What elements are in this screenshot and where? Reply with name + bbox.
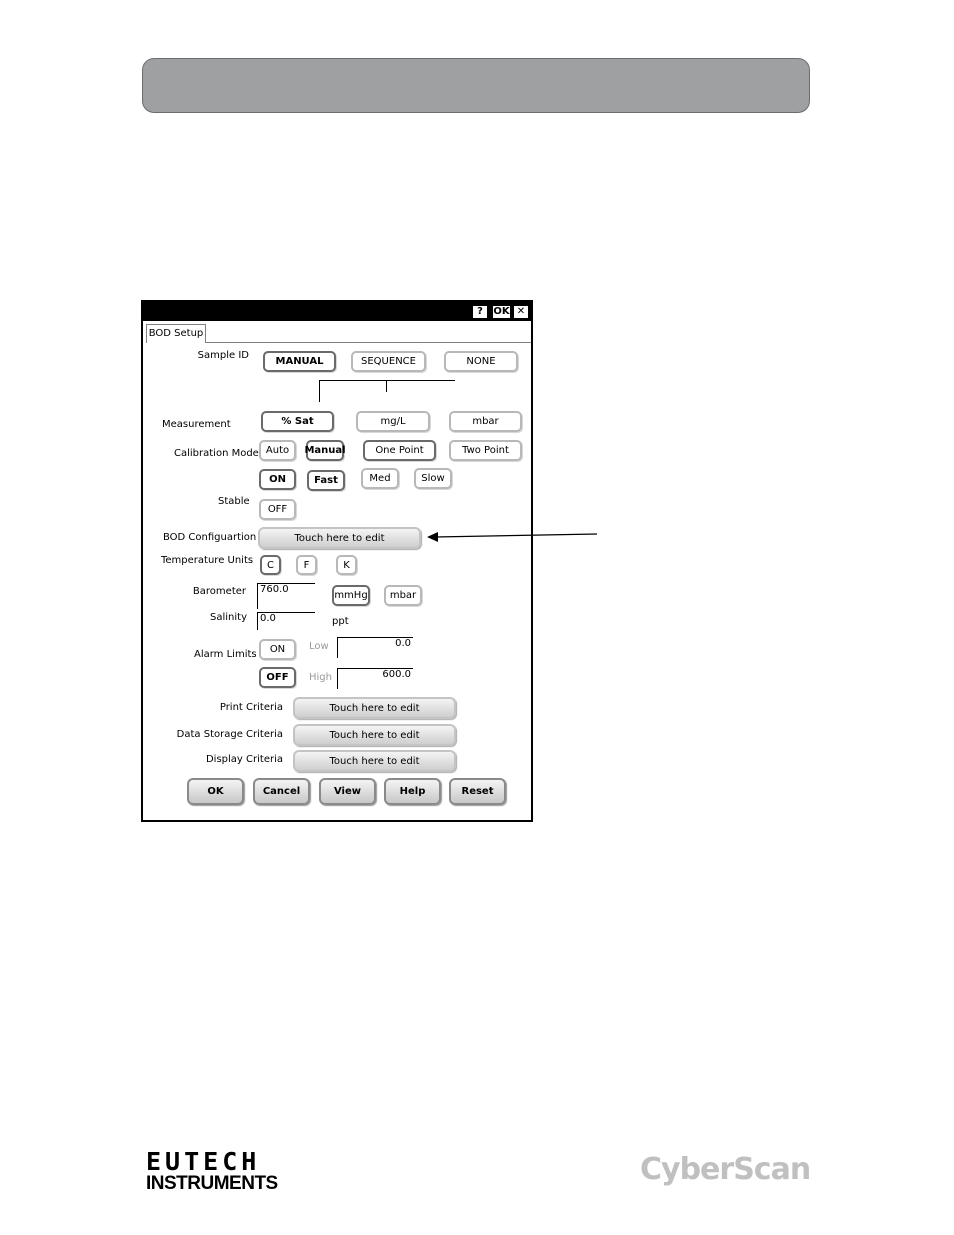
temp-unit-k-button[interactable]: K xyxy=(336,555,357,575)
view-button[interactable]: View xyxy=(319,778,376,805)
print-criteria-label: Print Criteria xyxy=(219,702,283,713)
sample-id-label: Sample ID xyxy=(197,350,249,361)
stable-slow-button[interactable]: Slow xyxy=(414,468,452,489)
sample-id-sequence-button[interactable]: SEQUENCE xyxy=(351,351,426,372)
stable-label: Stable xyxy=(218,496,250,507)
alarm-high-label: High xyxy=(309,672,332,683)
bod-config-label: BOD Configuartion xyxy=(163,532,257,543)
eutech-logo: EUTECH INSTRUMENTS xyxy=(146,1147,278,1194)
stable-fast-button[interactable]: Fast xyxy=(307,470,345,491)
temp-unit-f-button[interactable]: F xyxy=(296,555,317,575)
calibration-mode-label: Calibration Mode xyxy=(174,448,259,459)
calibration-auto-button[interactable]: Auto xyxy=(259,440,296,461)
calibration-two-point-button[interactable]: Two Point xyxy=(449,440,522,461)
display-criteria-label: Display Criteria xyxy=(205,754,283,765)
callout-arrow xyxy=(427,532,598,542)
tab-bod-setup[interactable]: BOD Setup xyxy=(146,324,206,343)
calibration-manual-button[interactable]: Manual xyxy=(304,440,346,461)
calibration-one-point-button[interactable]: One Point xyxy=(363,440,436,461)
cyberscan-logo: CyberScan xyxy=(640,1152,811,1187)
sample-id-none-button[interactable]: NONE xyxy=(444,351,518,372)
connector-line xyxy=(319,380,455,381)
display-criteria-edit-button[interactable]: Touch here to edit xyxy=(293,750,456,772)
connector-left xyxy=(319,380,320,402)
stable-off-button[interactable]: OFF xyxy=(259,499,296,520)
data-storage-criteria-edit-button[interactable]: Touch here to edit xyxy=(293,724,456,746)
bod-setup-window: ? OK ✕ BOD Setup Sample ID MANUAL SEQUEN… xyxy=(141,300,533,822)
measurement-sat-button[interactable]: % Sat xyxy=(261,411,334,432)
help-icon[interactable]: ? xyxy=(472,305,488,319)
measurement-mbar-button[interactable]: mbar xyxy=(449,411,522,432)
help-button[interactable]: Help xyxy=(384,778,441,805)
measurement-label: Measurement xyxy=(162,419,231,430)
sample-id-manual-button[interactable]: MANUAL xyxy=(263,351,336,372)
title-bar: ? OK ✕ xyxy=(143,302,531,321)
data-storage-criteria-label: Data Storage Criteria xyxy=(176,729,283,740)
salinity-label: Salinity xyxy=(210,612,247,623)
connector-mid xyxy=(386,380,387,392)
alarm-off-button[interactable]: OFF xyxy=(259,667,296,688)
bod-config-edit-button[interactable]: Touch here to edit xyxy=(258,527,421,549)
stable-med-button[interactable]: Med xyxy=(361,468,399,489)
barometer-mbar-button[interactable]: mbar xyxy=(384,585,422,606)
alarm-low-input[interactable]: 0.0 xyxy=(337,637,413,658)
temp-unit-c-button[interactable]: C xyxy=(260,555,281,575)
alarm-on-button[interactable]: ON xyxy=(259,639,296,660)
barometer-input[interactable]: 760.0 xyxy=(257,583,315,609)
salinity-unit: ppt xyxy=(332,616,349,627)
salinity-input[interactable]: 0.0 xyxy=(257,612,315,630)
measurement-mgl-button[interactable]: mg/L xyxy=(356,411,430,432)
header-bar xyxy=(142,58,810,113)
alarm-low-label: Low xyxy=(309,641,329,652)
alarm-limits-label: Alarm Limits xyxy=(194,649,257,660)
alarm-high-input[interactable]: 600.0 xyxy=(337,668,413,689)
print-criteria-edit-button[interactable]: Touch here to edit xyxy=(293,697,456,719)
temperature-units-label: Temperature Units xyxy=(161,555,254,566)
stable-on-button[interactable]: ON xyxy=(259,469,296,490)
ok-button[interactable]: OK xyxy=(187,778,244,805)
barometer-label: Barometer xyxy=(192,586,246,597)
reset-button[interactable]: Reset xyxy=(449,778,506,805)
barometer-mmhg-button[interactable]: mmHg xyxy=(332,585,370,606)
close-icon[interactable]: ✕ xyxy=(513,305,529,319)
titlebar-ok-button[interactable]: OK xyxy=(492,305,511,319)
cancel-button[interactable]: Cancel xyxy=(253,778,310,805)
tab-divider xyxy=(206,342,531,343)
